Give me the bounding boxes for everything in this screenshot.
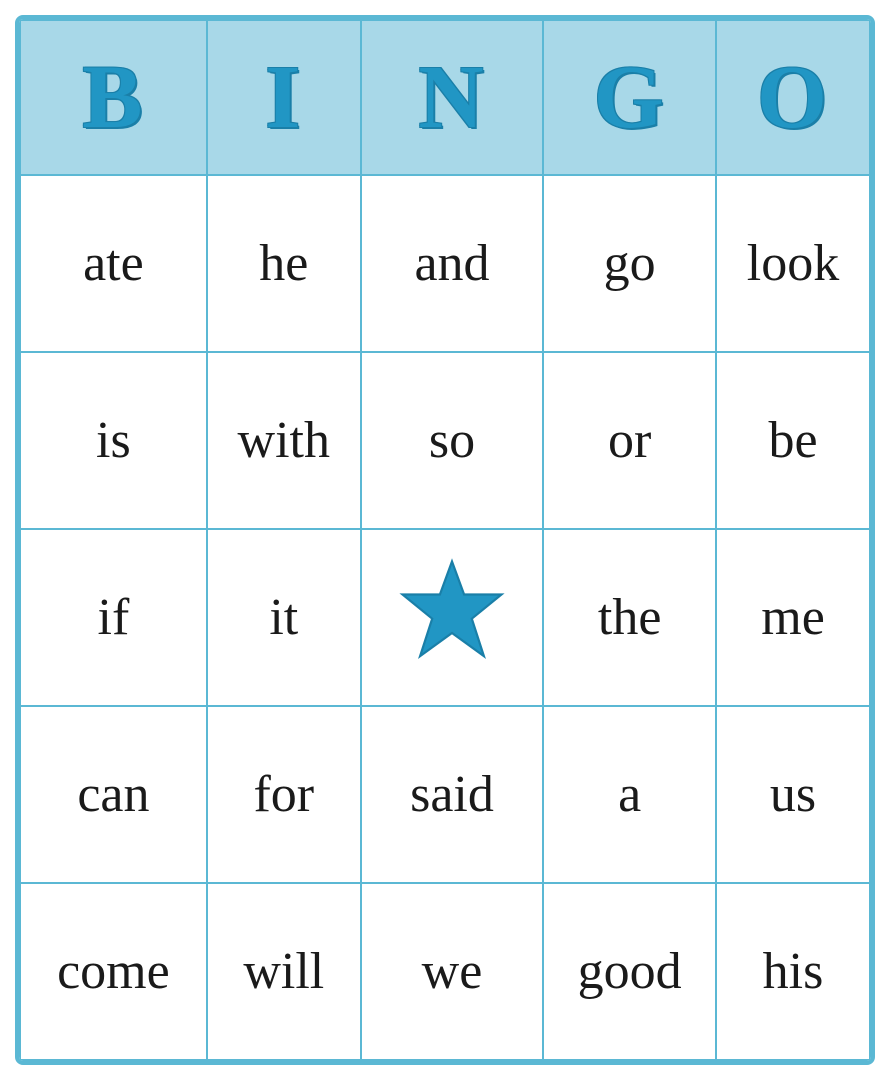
- bingo-row-3: if it the me: [20, 529, 870, 706]
- letter-b: B: [82, 48, 144, 147]
- cell-1-4[interactable]: go: [543, 175, 716, 352]
- bingo-table: B I N G O ate he and go look is with so …: [19, 19, 871, 1061]
- letter-i: I: [265, 48, 302, 147]
- cell-3-1[interactable]: if: [20, 529, 207, 706]
- cell-4-1[interactable]: can: [20, 706, 207, 883]
- cell-5-4[interactable]: good: [543, 883, 716, 1060]
- cell-4-2[interactable]: for: [207, 706, 361, 883]
- bingo-row-1: ate he and go look: [20, 175, 870, 352]
- cell-5-5[interactable]: his: [716, 883, 870, 1060]
- bingo-row-5: come will we good his: [20, 883, 870, 1060]
- bingo-row-2: is with so or be: [20, 352, 870, 529]
- cell-1-3[interactable]: and: [361, 175, 544, 352]
- bingo-card: B I N G O ate he and go look is with so …: [15, 15, 875, 1065]
- free-space-cell[interactable]: [361, 529, 544, 706]
- header-row: B I N G O: [20, 20, 870, 175]
- cell-5-1[interactable]: come: [20, 883, 207, 1060]
- cell-4-4[interactable]: a: [543, 706, 716, 883]
- cell-3-5[interactable]: me: [716, 529, 870, 706]
- cell-2-2[interactable]: with: [207, 352, 361, 529]
- cell-5-3[interactable]: we: [361, 883, 544, 1060]
- letter-n: N: [419, 48, 486, 147]
- cell-2-4[interactable]: or: [543, 352, 716, 529]
- cell-1-2[interactable]: he: [207, 175, 361, 352]
- star-icon: [397, 556, 507, 666]
- cell-3-2[interactable]: it: [207, 529, 361, 706]
- cell-2-3[interactable]: so: [361, 352, 544, 529]
- header-g: G: [543, 20, 716, 175]
- cell-4-5[interactable]: us: [716, 706, 870, 883]
- cell-1-1[interactable]: ate: [20, 175, 207, 352]
- letter-g: G: [594, 48, 666, 147]
- cell-2-5[interactable]: be: [716, 352, 870, 529]
- cell-3-4[interactable]: the: [543, 529, 716, 706]
- bingo-row-4: can for said a us: [20, 706, 870, 883]
- header-b: B: [20, 20, 207, 175]
- cell-2-1[interactable]: is: [20, 352, 207, 529]
- letter-o: O: [757, 48, 829, 147]
- header-o: O: [716, 20, 870, 175]
- header-i: I: [207, 20, 361, 175]
- cell-4-3[interactable]: said: [361, 706, 544, 883]
- cell-5-2[interactable]: will: [207, 883, 361, 1060]
- header-n: N: [361, 20, 544, 175]
- cell-1-5[interactable]: look: [716, 175, 870, 352]
